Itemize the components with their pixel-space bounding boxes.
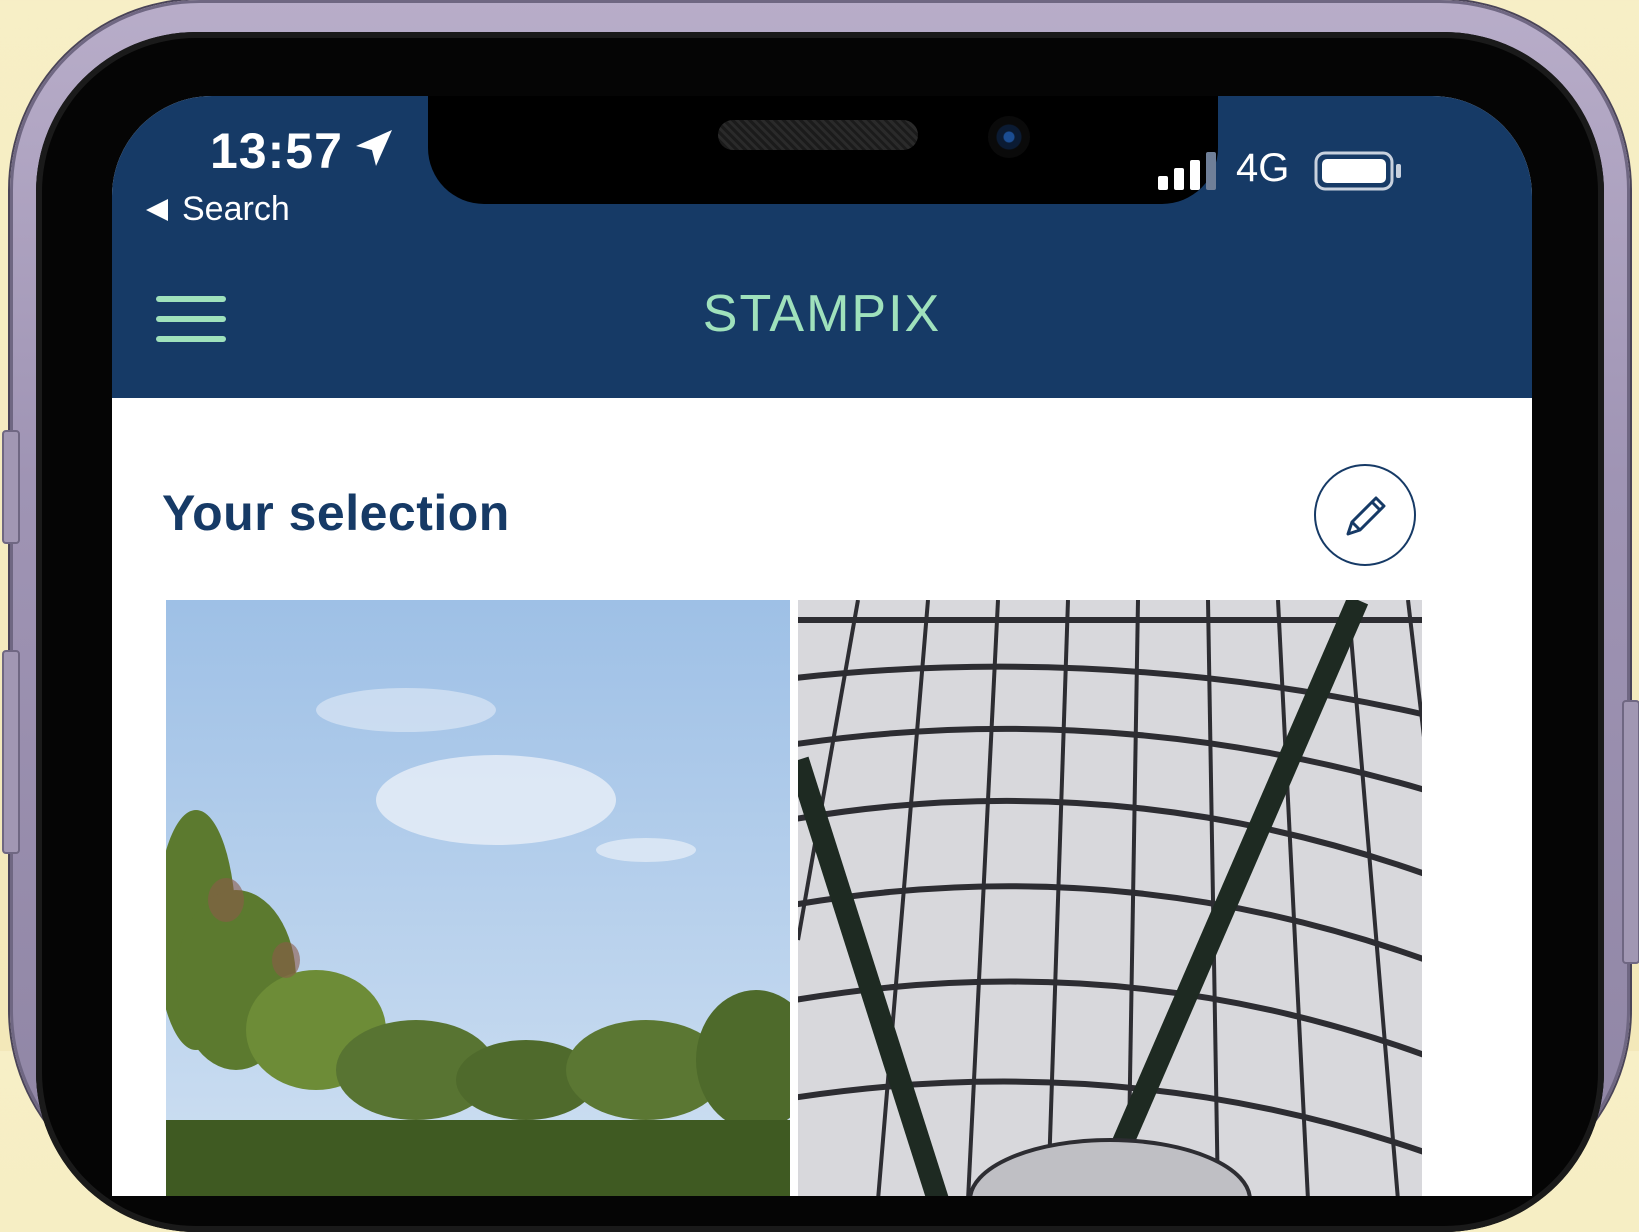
- side-button-right: [1622, 700, 1639, 964]
- section-title: Your selection: [162, 485, 510, 541]
- back-link-label: Search: [182, 190, 290, 228]
- battery-icon: [1314, 151, 1401, 191]
- station-roof-image: [798, 600, 1422, 1196]
- network-type: 4G: [1236, 146, 1290, 190]
- location-arrow-icon: [356, 130, 392, 166]
- app-screen: 13:57 Search 4G STAMPIX Your selection: [112, 96, 1532, 1196]
- notch: [428, 96, 1218, 204]
- app-title: STAMPIX: [702, 285, 942, 343]
- speaker-grille: [718, 120, 918, 150]
- side-button-left-1: [2, 430, 20, 544]
- pencil-icon: [1346, 496, 1386, 536]
- front-camera: [988, 116, 1030, 158]
- side-button-left-2: [2, 650, 20, 854]
- park-trees-image: [166, 600, 790, 1196]
- back-arrow-icon: [146, 198, 168, 221]
- back-to-search-link[interactable]: Search: [146, 190, 290, 229]
- status-time: 13:57: [210, 123, 343, 179]
- app-header: 13:57 Search 4G STAMPIX: [112, 96, 1532, 398]
- park-trees-photo[interactable]: [166, 600, 790, 1196]
- signal-bars-icon: [1158, 152, 1216, 190]
- station-roof-photo[interactable]: [798, 600, 1422, 1196]
- edit-selection-button[interactable]: [1314, 464, 1416, 566]
